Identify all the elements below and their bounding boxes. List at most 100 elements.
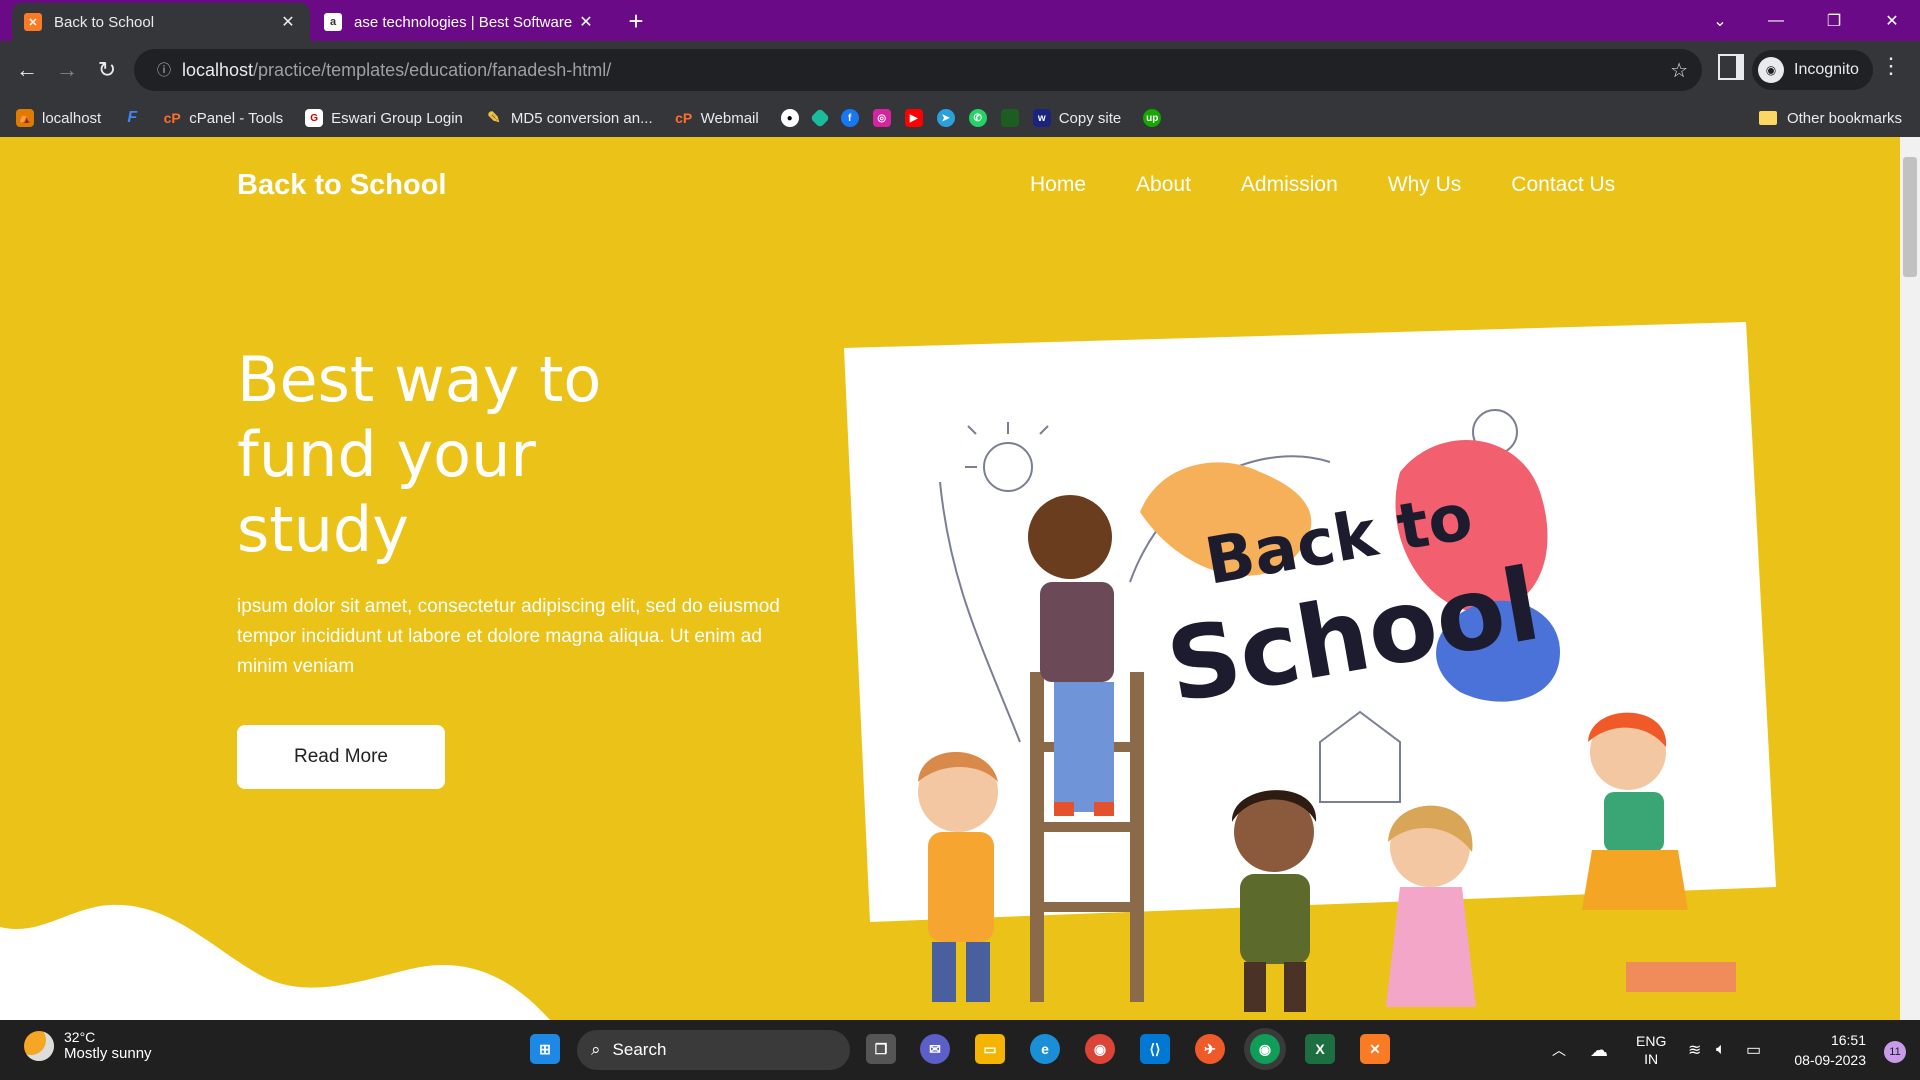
file-explorer-icon[interactable]: ▭ (975, 1034, 1005, 1064)
bookmark-label: cPanel - Tools (189, 109, 284, 127)
onedrive-icon[interactable]: ☁ (1590, 1020, 1608, 1080)
weather-widget[interactable]: 32°C Mostly sunny (24, 1029, 152, 1062)
close-tab-icon[interactable]: ✕ (576, 12, 596, 32)
bookmark-instagram[interactable]: ◎ (872, 109, 891, 127)
page-scrollbar[interactable] (1900, 137, 1920, 1020)
github-icon: ● (780, 109, 799, 127)
side-panel-icon[interactable] (1718, 54, 1744, 80)
facebook-icon: f (840, 109, 859, 127)
close-window-icon[interactable]: ✕ (1864, 0, 1920, 41)
bookmark-green[interactable] (1000, 109, 1019, 127)
bookmark-youtube[interactable]: ▶ (904, 109, 923, 127)
tab-title: Back to School (54, 13, 155, 31)
other-bookmarks[interactable]: Other bookmarks (1758, 99, 1902, 137)
other-bookmarks-label: Other bookmarks (1786, 109, 1902, 127)
minimize-icon[interactable]: — (1748, 0, 1804, 41)
back-icon[interactable]: ← (11, 54, 43, 86)
xampp-taskbar-icon[interactable]: ✕ (1360, 1034, 1390, 1064)
bookmark-webmail[interactable]: cP Webmail (675, 109, 759, 127)
edge-icon[interactable]: e (1030, 1034, 1060, 1064)
bookmark-copy-site[interactable]: w Copy site (1032, 109, 1122, 127)
wifi-icon[interactable]: ≋ (1688, 1020, 1701, 1080)
postman-icon[interactable]: ✈ (1195, 1034, 1225, 1064)
battery-icon[interactable]: ▭ (1746, 1020, 1761, 1080)
f-logo-icon: F (127, 109, 138, 126)
bookmark-localhost[interactable]: ⛺ localhost (16, 109, 101, 127)
bookmark-cpanel[interactable]: cP cPanel - Tools (163, 109, 284, 127)
windows-start-icon[interactable]: ⊞ (530, 1034, 560, 1064)
bookmark-f[interactable]: F (123, 109, 141, 127)
url-text[interactable]: localhost/practice/templates/education/f… (182, 60, 611, 81)
vscode-icon[interactable]: ⟨⟩ (1140, 1034, 1170, 1064)
upwork-icon: up (1143, 109, 1162, 127)
bookmark-github[interactable]: ● (780, 109, 799, 127)
whatsapp-icon: ✆ (968, 109, 987, 127)
site-info-icon[interactable]: ⓘ (146, 60, 182, 80)
tab-ase-technologies[interactable]: a ase technologies | Best Software ✕ (312, 3, 608, 41)
tab-strip: ✕ Back to School ✕ a ase technologies | … (0, 0, 1920, 41)
cpanel-icon: cP (163, 110, 181, 126)
bookmark-diamond[interactable] (809, 108, 830, 128)
bookmark-whatsapp[interactable]: ✆ (968, 109, 987, 127)
bookmark-eswari[interactable]: G Eswari Group Login (305, 109, 463, 127)
incognito-profile[interactable]: ◉ Incognito (1752, 50, 1873, 90)
incognito-label: Incognito (1794, 61, 1859, 78)
bookmark-label: MD5 conversion an... (510, 109, 653, 127)
bookmarks-bar: ⛺ localhost F cP cPanel - Tools G Eswari Gr… (0, 99, 1920, 137)
task-view-icon[interactable]: ❐ (866, 1034, 896, 1064)
key-icon: ✎ (487, 110, 501, 127)
kid-center (1231, 790, 1317, 1012)
youtube-icon: ▶ (904, 109, 923, 127)
bookmark-label: Eswari Group Login (331, 109, 463, 127)
bookmark-facebook[interactable]: f (840, 109, 859, 127)
lang-code: ENG (1636, 1033, 1667, 1049)
taskbar-search[interactable]: ⌕ Search (577, 1030, 850, 1070)
volume-icon[interactable]: 🔈︎ (1716, 1020, 1726, 1080)
nav-home[interactable]: Home (1030, 173, 1086, 197)
teams-chat-icon[interactable]: ✉ (920, 1034, 950, 1064)
url-path: /practice/templates/education/fanadesh-h… (253, 59, 612, 80)
eswari-icon: G (305, 109, 324, 127)
search-icon: ⌕ (591, 1040, 601, 1059)
nav-contact-us[interactable]: Contact Us (1511, 173, 1615, 197)
new-tab-button[interactable]: + (614, 5, 658, 37)
folder-icon (1758, 111, 1777, 125)
lang-region: IN (1644, 1051, 1659, 1067)
tab-search-icon[interactable]: ⌄ (1692, 0, 1748, 41)
nav-why-us[interactable]: Why Us (1388, 173, 1462, 197)
show-hidden-icons[interactable]: ︿ (1552, 1020, 1566, 1080)
back-to-school-illustration: Back to School (844, 322, 1776, 1012)
sunny-weather-icon (24, 1030, 54, 1061)
notification-badge[interactable]: 11 (1884, 1041, 1906, 1063)
language-indicator[interactable]: ENG IN (1636, 1020, 1666, 1080)
bookmark-label: Webmail (700, 109, 759, 127)
tab-title: ase technologies | Best Software (354, 13, 573, 31)
restore-icon[interactable]: ❐ (1806, 0, 1862, 41)
bookmark-telegram[interactable]: ➤ (936, 109, 955, 127)
chrome-incognito-icon[interactable]: ◉ (1250, 1034, 1280, 1064)
clock-time: 16:51 (1830, 1032, 1866, 1048)
bookmark-upwork[interactable]: up (1143, 109, 1162, 127)
taskbar-clock[interactable]: 16:51 08-09-2023 (1794, 1030, 1866, 1070)
telegram-icon: ➤ (936, 109, 955, 127)
instagram-icon: ◎ (872, 109, 891, 127)
close-tab-icon[interactable]: ✕ (278, 12, 298, 32)
page-viewport: Back to School Home About Admission Why … (0, 137, 1920, 1020)
menu-kebab-icon[interactable]: ⋮ (1880, 53, 1902, 79)
excel-icon[interactable]: X (1305, 1034, 1335, 1064)
decorative-wave (0, 904, 550, 1020)
reload-icon[interactable]: ↻ (91, 54, 123, 86)
bookmark-label: Copy site (1058, 109, 1122, 127)
chrome-icon[interactable]: ◉ (1085, 1034, 1115, 1064)
copy-site-icon: w (1032, 109, 1051, 127)
bookmark-md5[interactable]: ✎ MD5 conversion an... (485, 109, 653, 128)
forward-icon[interactable]: → (51, 54, 83, 86)
ase-favicon-icon: a (324, 13, 342, 31)
clock-date: 08-09-2023 (1794, 1052, 1866, 1068)
tab-back-to-school[interactable]: ✕ Back to School ✕ (12, 3, 310, 41)
nav-about[interactable]: About (1136, 173, 1191, 197)
scrollbar-thumb[interactable] (1903, 157, 1917, 277)
address-bar[interactable]: ⓘ localhost/practice/templates/education… (134, 49, 1702, 91)
nav-admission[interactable]: Admission (1241, 173, 1338, 197)
bookmark-star-icon[interactable]: ☆ (1670, 58, 1688, 83)
